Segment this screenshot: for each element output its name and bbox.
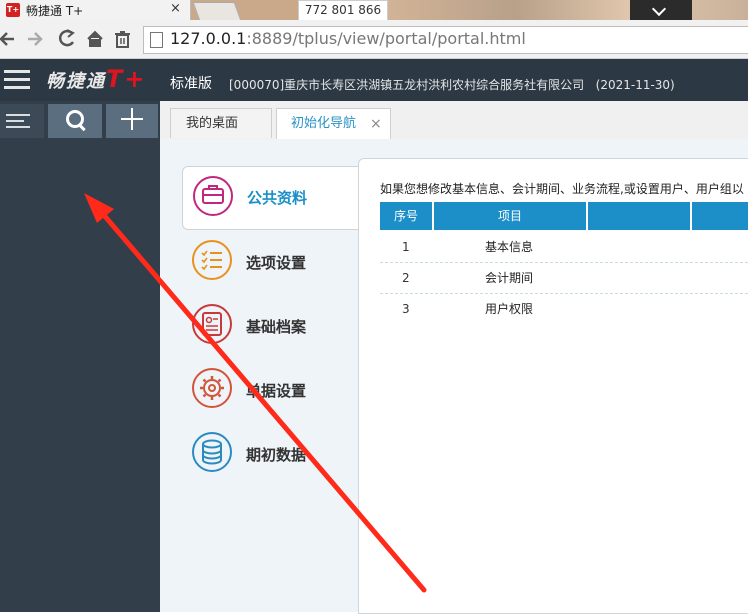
nav-label: 单据设置 <box>246 382 307 400</box>
collapse-sidebar-button[interactable] <box>0 104 44 138</box>
url-text: 127.0.0.1:8889/tplus/view/portal/portal.… <box>170 29 526 48</box>
nav-label: 期初数据 <box>246 446 307 464</box>
gear-icon <box>192 368 232 408</box>
home-icon[interactable] <box>87 30 103 47</box>
nav-label: 基础档案 <box>246 318 307 336</box>
company-info: [000070]重庆市长寿区洪湖镇五龙村洪利农村综合服务社有限公司 (2021-… <box>229 76 675 93</box>
menu-icon[interactable] <box>4 70 30 90</box>
nav-item-basic-archive[interactable]: 基础档案 <box>182 296 360 354</box>
favicon-icon: T+ <box>6 3 20 17</box>
url-host: 127.0.0.1 <box>170 29 247 48</box>
new-tab-button[interactable] <box>192 2 242 21</box>
tab-my-desktop[interactable]: 我的桌面 <box>170 108 272 138</box>
database-icon <box>192 432 232 472</box>
nav-item-opening-data[interactable]: 期初数据 <box>182 424 360 482</box>
tab-init-label: 初始化导航 <box>291 116 357 131</box>
url-path: :8889/tplus/view/portal/portal.html <box>246 29 526 48</box>
brand-logo: 畅捷通T+ <box>46 65 146 93</box>
table-row[interactable]: 3 用户权限 <box>380 294 748 324</box>
checklist-icon <box>192 240 232 280</box>
row-item-link[interactable]: 用户权限 <box>485 300 533 317</box>
reload-icon[interactable] <box>58 29 75 47</box>
browser-tab-title: 畅捷通 T+ <box>26 4 84 18</box>
back-icon[interactable] <box>0 32 14 46</box>
edition-label: 标准版 <box>170 76 212 92</box>
nav-label: 选项设置 <box>246 254 307 272</box>
brand-tplus: T+ <box>106 65 147 93</box>
close-tab-icon[interactable]: × <box>170 1 181 16</box>
page-icon <box>150 32 163 48</box>
chevron-down-icon <box>651 1 667 17</box>
briefcase-icon <box>193 176 233 216</box>
intro-text: 如果您想修改基本信息、会计期间、业务流程,或设置用户、用户组以 <box>380 182 744 196</box>
browser-nav-buttons <box>0 29 130 48</box>
account-date: (2021-11-30) <box>595 78 675 92</box>
column-header: 序号 <box>380 202 432 230</box>
brand-name: 畅捷通 <box>46 71 106 92</box>
forward-icon[interactable] <box>28 32 43 46</box>
row-number: 3 <box>402 302 410 316</box>
nav-item-public-data[interactable]: 公共资料 <box>182 166 361 230</box>
row-number: 1 <box>402 240 410 254</box>
trash-icon[interactable] <box>115 31 130 48</box>
company-name: [000070]重庆市长寿区洪湖镇五龙村洪利农村综合服务社有限公司 <box>229 78 585 92</box>
left-sidebar <box>0 101 160 612</box>
column-header <box>692 202 748 230</box>
table-row[interactable]: 2 会计期间 <box>380 263 748 294</box>
address-bar[interactable]: 127.0.0.1:8889/tplus/view/portal/portal.… <box>143 26 748 54</box>
row-number: 2 <box>402 271 410 285</box>
column-header <box>588 202 690 230</box>
nav-label: 公共资料 <box>247 189 308 207</box>
table-header: 序号 项目 <box>380 202 748 230</box>
nav-item-options[interactable]: 选项设置 <box>182 232 360 290</box>
nav-item-document-settings[interactable]: 单据设置 <box>182 360 360 418</box>
close-tab-icon[interactable]: × <box>370 116 382 132</box>
app-header: 畅捷通T+ 标准版 [000070]重庆市长寿区洪湖镇五龙村洪利农村综合服务社有… <box>0 59 748 101</box>
column-header: 项目 <box>434 202 586 230</box>
row-item-link[interactable]: 会计期间 <box>485 269 533 286</box>
window-dropdown-button[interactable] <box>630 0 692 22</box>
browser-tab[interactable]: T+ 畅捷通 T+ × <box>0 0 191 20</box>
table-row[interactable]: 1 基本信息 <box>380 232 748 263</box>
overlay-number: 772 801 866 <box>298 0 388 22</box>
row-item-link[interactable]: 基本信息 <box>485 238 533 255</box>
profile-card-icon <box>192 304 232 344</box>
